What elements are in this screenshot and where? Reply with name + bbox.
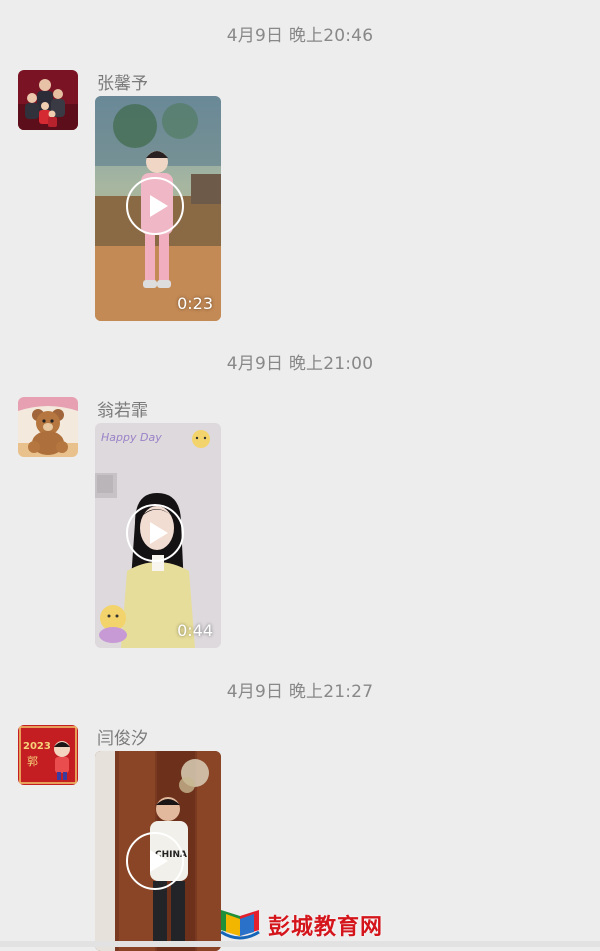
play-icon[interactable] xyxy=(126,832,184,890)
happy-day-sticker: Happy Day xyxy=(101,431,162,444)
sender-name: 翁若霏 xyxy=(97,401,148,421)
video-message[interactable]: 0:23 xyxy=(95,96,221,321)
bottom-bar xyxy=(0,941,600,947)
timestamp: 4月9日 晚上21:00 xyxy=(226,354,374,374)
book-logo-icon xyxy=(220,910,260,940)
play-icon[interactable] xyxy=(126,504,184,562)
watermark: 彭城教育网 xyxy=(218,905,383,945)
video-duration: 0:44 xyxy=(177,621,213,640)
timestamp: 4月9日 晚上20:46 xyxy=(226,26,374,46)
sender-name: 闫俊汐 xyxy=(97,729,148,749)
timestamp: 4月9日 晚上21:27 xyxy=(226,682,374,702)
year-label: 2023 xyxy=(23,741,51,752)
video-message[interactable]: Happy Day 0:44 xyxy=(95,423,221,648)
play-icon[interactable] xyxy=(126,177,184,235)
family-photo-icon[interactable] xyxy=(18,70,78,130)
sender-name: 张馨予 xyxy=(97,74,148,94)
video-message[interactable]: CHINA xyxy=(95,751,221,951)
surname-label: 郭 xyxy=(27,755,38,768)
teddy-bear-icon[interactable] xyxy=(18,397,78,457)
video-duration: 0:23 xyxy=(177,294,213,313)
watermark-text: 彭城教育网 xyxy=(268,914,384,940)
new-year-card-icon[interactable]: 2023 郭 xyxy=(18,725,78,785)
